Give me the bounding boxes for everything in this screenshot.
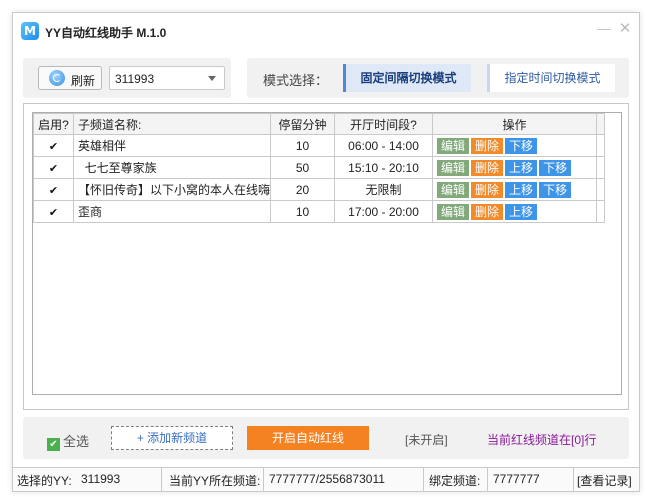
open-period: 17:00 - 20:00 (334, 200, 434, 223)
header-enabled: 启用? (33, 113, 74, 135)
status-divider (573, 468, 574, 492)
channel-table: 启用? 子频道名称: 停留分钟 开厅时间段? 操作 ✔ 英雄相伴 10 06:0… (33, 113, 606, 223)
edit-button[interactable]: 编辑 (437, 137, 470, 154)
channel-name: 英雄相伴 (72, 134, 272, 157)
delete-button[interactable]: 删除 (471, 181, 504, 198)
table-row: ✔ 歪商 10 17:00 - 20:00 编辑 删除 上移 (33, 200, 606, 223)
enabled-checkbox[interactable]: ✔ (33, 156, 74, 179)
enabled-checkbox[interactable]: ✔ (33, 200, 74, 223)
refresh-icon (49, 70, 65, 86)
refresh-label: 刷新 (71, 74, 96, 88)
edit-button[interactable]: 编辑 (437, 181, 470, 198)
select-all-label: 全选 (63, 434, 90, 449)
move-down-button[interactable]: 下移 (539, 159, 572, 176)
yy-panel: 刷新 311993 (23, 58, 231, 98)
status-channel-value: 7777777/2556873011 (269, 472, 385, 486)
stay-minutes: 20 (270, 178, 336, 201)
open-period: 15:10 - 20:10 (334, 156, 434, 179)
edit-button[interactable]: 编辑 (437, 203, 470, 220)
move-up-button[interactable]: 上移 (505, 203, 538, 220)
stay-minutes: 50 (270, 156, 336, 179)
current-channel-row: 当前红线频道在[0]行 (487, 433, 597, 447)
run-status: [未开启] (405, 433, 448, 447)
checkbox-checked-icon: ✔ (47, 438, 60, 451)
row-spacer (596, 200, 606, 223)
edit-button[interactable]: 编辑 (437, 159, 470, 176)
status-bind-value: 7777777 (493, 472, 540, 486)
refresh-button[interactable]: 刷新 (38, 66, 102, 90)
row-spacer (596, 178, 606, 201)
status-bar: 选择的YY: 311993 当前YY所在频道: 7777777/25568730… (13, 467, 639, 492)
bottom-action-bar: ✔ 全选 + 添加新频道 开启自动红线 [未开启] 当前红线频道在[0]行 (23, 417, 629, 459)
channel-name: 歪商 (72, 200, 272, 223)
row-actions: 编辑 删除 上移 下移 (432, 178, 598, 201)
view-log-link[interactable]: [查看记录] (577, 472, 632, 489)
stay-minutes: 10 (270, 134, 336, 157)
move-up-button[interactable]: 上移 (505, 159, 538, 176)
app-logo-icon: M (21, 22, 39, 40)
content-area: 启用? 子频道名称: 停留分钟 开厅时间段? 操作 ✔ 英雄相伴 10 06:0… (23, 103, 629, 410)
status-divider (423, 468, 424, 492)
title-bar: M YY自动红线助手 M.1.0 — ✕ (13, 13, 639, 49)
minimize-icon[interactable]: — (596, 22, 612, 38)
main-window: M YY自动红线助手 M.1.0 — ✕ 刷新 311993 模式选择： 固定间… (12, 12, 640, 492)
enabled-checkbox[interactable]: ✔ (33, 178, 74, 201)
table-row: ✔ 七七至尊家族 50 15:10 - 20:10 编辑 删除 上移 下移 (33, 156, 606, 179)
status-divider (161, 468, 162, 492)
yy-select[interactable]: 311993 (109, 66, 225, 90)
move-up-button[interactable]: 上移 (505, 181, 538, 198)
channel-grid[interactable]: 启用? 子频道名称: 停留分钟 开厅时间段? 操作 ✔ 英雄相伴 10 06:0… (32, 112, 622, 395)
mode-time-button[interactable]: 指定时间切换模式 (487, 64, 615, 92)
select-all-checkbox[interactable]: ✔ 全选 (47, 431, 89, 451)
mode-panel: 模式选择： 固定间隔切换模式 指定时间切换模式 (247, 58, 629, 98)
row-actions: 编辑 删除 下移 (432, 134, 598, 157)
status-channel-label: 当前YY所在频道: (169, 474, 261, 488)
open-period: 无限制 (334, 178, 434, 201)
move-down-button[interactable]: 下移 (505, 137, 538, 154)
row-spacer (596, 134, 606, 157)
row-actions: 编辑 删除 上移 下移 (432, 156, 598, 179)
mode-label: 模式选择： (263, 73, 329, 88)
header-minutes: 停留分钟 (270, 113, 336, 135)
stay-minutes: 10 (270, 200, 336, 223)
row-actions: 编辑 删除 上移 (432, 200, 598, 223)
table-row: ✔ 英雄相伴 10 06:00 - 14:00 编辑 删除 下移 (33, 134, 606, 157)
status-divider (487, 468, 488, 492)
table-row: ✔ 【怀旧传奇】以下小窝的本人在线嗨 20 无限制 编辑 删除 上移 下移 (33, 178, 606, 201)
add-channel-button[interactable]: + 添加新频道 (111, 426, 233, 450)
yy-select-value: 311993 (115, 72, 155, 86)
window-title: YY自动红线助手 M.1.0 (45, 26, 167, 40)
delete-button[interactable]: 删除 (471, 137, 504, 154)
chevron-down-icon (208, 76, 216, 81)
delete-button[interactable]: 删除 (471, 159, 504, 176)
mode-fixed-button[interactable]: 固定间隔切换模式 (343, 64, 471, 92)
delete-button[interactable]: 删除 (471, 203, 504, 220)
enabled-checkbox[interactable]: ✔ (33, 134, 74, 157)
status-divider (263, 468, 264, 492)
channel-name: 【怀旧传奇】以下小窝的本人在线嗨 (72, 178, 272, 201)
header-name: 子频道名称: (72, 113, 272, 135)
status-yy-value: 311993 (81, 472, 121, 486)
header-spacer (596, 113, 606, 135)
start-auto-redline-button[interactable]: 开启自动红线 (247, 426, 369, 450)
header-period: 开厅时间段? (334, 113, 434, 135)
table-header-row: 启用? 子频道名称: 停留分钟 开厅时间段? 操作 (33, 113, 606, 135)
header-actions: 操作 (432, 113, 598, 135)
move-down-button[interactable]: 下移 (539, 181, 572, 198)
channel-name: 七七至尊家族 (72, 156, 272, 179)
open-period: 06:00 - 14:00 (334, 134, 434, 157)
close-icon[interactable]: ✕ (617, 21, 633, 37)
row-spacer (596, 156, 606, 179)
status-bind-label: 绑定频道: (429, 474, 481, 488)
status-yy-label: 选择的YY: (17, 474, 72, 488)
